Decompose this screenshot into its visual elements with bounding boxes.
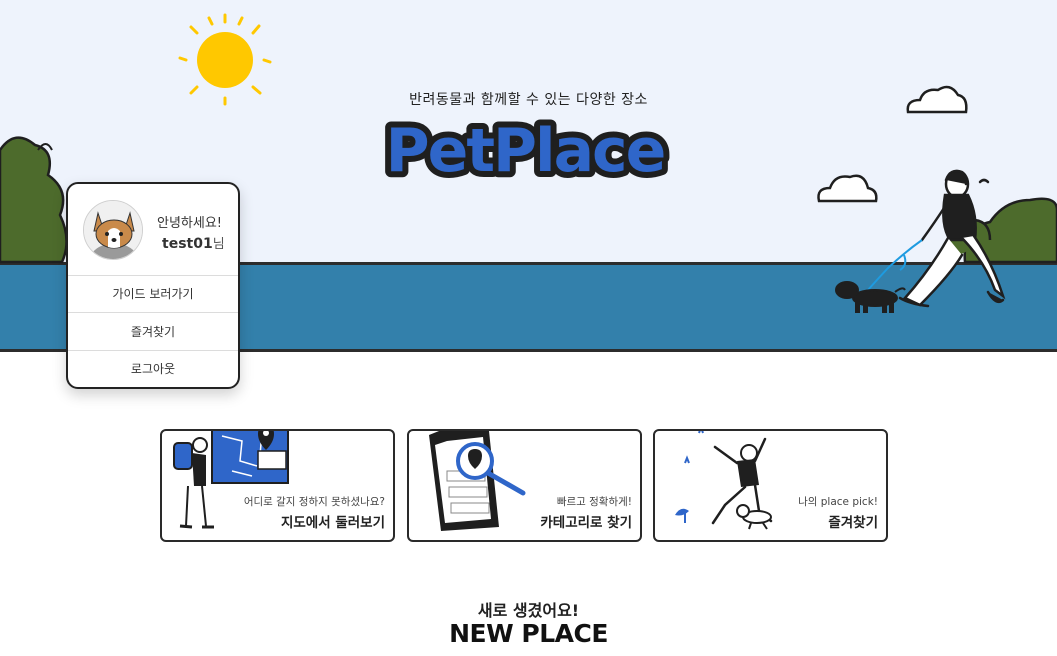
username-line: test01님 <box>162 233 225 252</box>
profile-dropdown: 안녕하세요! test01님 가이드 보러가기 즐겨찾기 로그아웃 <box>66 182 240 389</box>
card-favorites[interactable]: 나의 place pick! 즐겨찾기 <box>653 429 888 542</box>
petplace-logo[interactable]: PetPlace PetPlace <box>360 108 690 188</box>
bush-left-icon <box>0 136 68 264</box>
card-category-subtitle: 빠르고 정확하게! <box>556 496 632 508</box>
menu-logout[interactable]: 로그아웃 <box>68 351 238 387</box>
menu-favorites[interactable]: 즐겨찾기 <box>68 314 238 351</box>
new-section-title: NEW PLACE <box>449 619 608 648</box>
username-suffix: 님 <box>212 237 225 252</box>
card-category-title: 카테고리로 찾기 <box>540 515 632 531</box>
profile-header: 안녕하세요! test01님 <box>68 184 238 276</box>
username: test01 <box>162 236 213 252</box>
card-favorites-title: 즐겨찾기 <box>828 515 878 531</box>
avatar <box>83 200 143 260</box>
new-section-subtitle: 새로 생겼어요! <box>477 601 580 620</box>
card-favorites-subtitle: 나의 place pick! <box>798 496 878 508</box>
card-map-subtitle: 어디로 갈지 정하지 못하셨나요? <box>243 496 385 508</box>
card-category[interactable]: 빠르고 정확하게! 카테고리로 찾기 <box>407 429 642 542</box>
card-map-title: 지도에서 둘러보기 <box>280 515 385 531</box>
card-map[interactable]: 어디로 갈지 정하지 못하셨나요? 지도에서 둘러보기 <box>160 429 395 542</box>
logo-text: PetPlace <box>386 116 665 186</box>
corgi-avatar-icon <box>84 201 142 259</box>
hero-tagline: 반려동물과 함께할 수 있는 다양한 장소 <box>409 92 648 108</box>
greeting-text: 안녕하세요! <box>157 216 223 231</box>
menu-guide[interactable]: 가이드 보러가기 <box>68 276 238 313</box>
